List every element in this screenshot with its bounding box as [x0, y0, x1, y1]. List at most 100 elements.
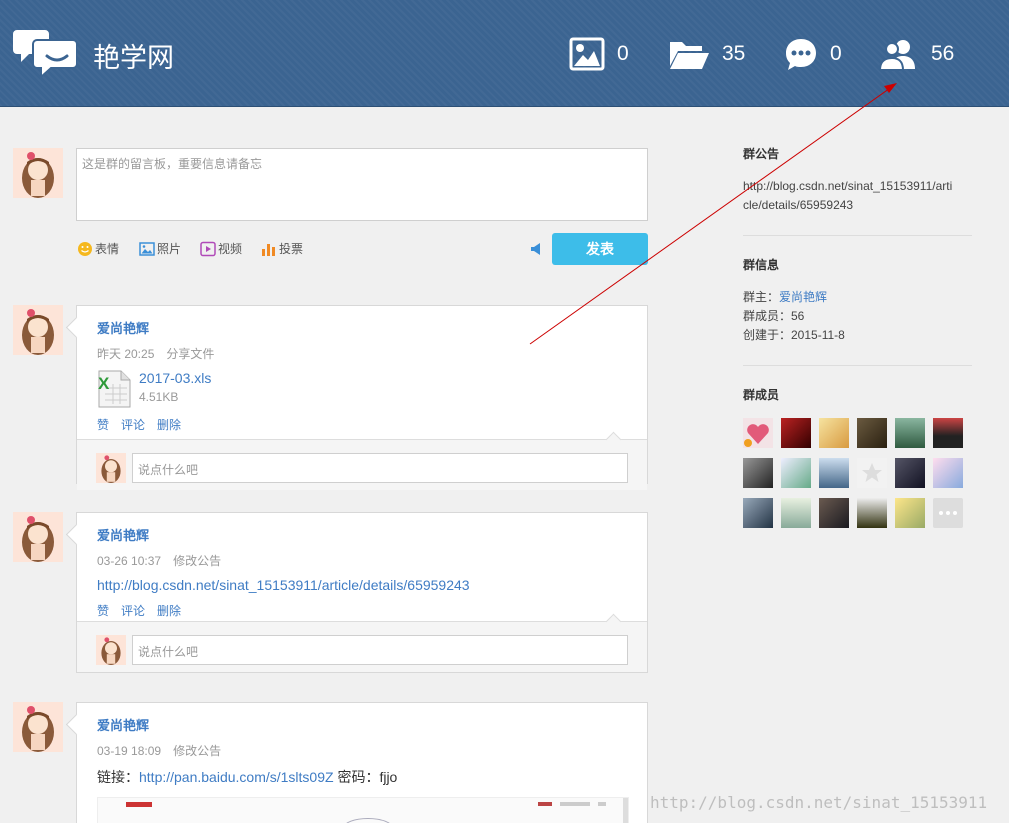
message-board-placeholder: 这是群的留言板，重要信息请备忘: [82, 157, 263, 171]
group-member-count: 群成员：56: [743, 309, 805, 323]
reply-bar: 说点什么吧: [77, 621, 647, 672]
member-avatar[interactable]: [743, 498, 773, 528]
member-avatar[interactable]: [781, 418, 811, 448]
message-board-input[interactable]: 这是群的留言板，重要信息请备忘: [76, 148, 648, 221]
post-image-preview[interactable]: [97, 797, 629, 823]
member-avatar[interactable]: [895, 418, 925, 448]
shared-file[interactable]: X 2017-03.xls 4.51KB: [97, 368, 627, 412]
post-action: 分享文件: [166, 347, 215, 361]
like-link[interactable]: 赞: [97, 604, 109, 618]
post-meta: 03-19 18:09 修改公告: [97, 742, 627, 759]
preview-nav-bar: [560, 802, 590, 806]
post-author-avatar[interactable]: [13, 305, 63, 355]
post-meta: 03-26 10:37 修改公告: [97, 552, 627, 569]
bar-chart-icon: [262, 243, 275, 256]
chat-icon: [786, 39, 816, 70]
comment-link[interactable]: 评论: [121, 418, 145, 432]
reply-input[interactable]: 说点什么吧: [132, 635, 628, 665]
reply-input[interactable]: 说点什么吧: [132, 453, 628, 483]
girl-avatar-icon: [101, 455, 121, 483]
video-label: 视频: [218, 242, 243, 256]
stat-files[interactable]: 35: [668, 34, 745, 74]
more-members-button[interactable]: [933, 498, 963, 528]
feed-post-file: 爱尚艳辉 昨天 20:25 分享文件 X 2017-03.xls 4.51KB 赞…: [76, 305, 648, 490]
reply-avatar: [96, 453, 126, 483]
member-avatar[interactable]: [819, 418, 849, 448]
member-avatar[interactable]: [819, 458, 849, 488]
chat-bubbles-logo-icon: [13, 30, 77, 78]
member-avatar[interactable]: [857, 458, 887, 488]
file-size: 4.51KB: [139, 390, 179, 404]
member-avatar[interactable]: [933, 418, 963, 448]
post-author-avatar[interactable]: [13, 702, 63, 752]
file-name[interactable]: 2017-03.xls: [139, 370, 211, 386]
member-avatar[interactable]: [781, 498, 811, 528]
post-button[interactable]: 发表: [552, 233, 648, 265]
megaphone-icon[interactable]: [530, 242, 544, 256]
girl-avatar-icon: [22, 152, 54, 198]
heart-avatar-icon: [744, 424, 769, 447]
photo-button[interactable]: 照片: [139, 240, 181, 257]
site-title: 艳学网: [93, 43, 174, 74]
link-prefix: 链接：: [97, 769, 139, 785]
feed-post-link: 爱尚艳辉 03-19 18:09 修改公告 链接：http://pan.baidu…: [76, 702, 648, 823]
post-time: 昨天 20:25: [97, 347, 155, 361]
notice-line-1: http://blog.csdn.net/sinat_15153911/arti: [743, 179, 953, 193]
photo-label: 照片: [157, 242, 182, 256]
stat-messages[interactable]: 0: [784, 34, 842, 74]
smiley-icon: [78, 241, 92, 256]
watermark: http://blog.csdn.net/sinat_15153911: [650, 793, 988, 812]
preview-logo: [126, 802, 152, 807]
member-avatar[interactable]: [743, 458, 773, 488]
vote-label: 投票: [279, 242, 304, 256]
girl-avatar-icon: [101, 637, 121, 665]
emoji-label: 表情: [95, 242, 120, 256]
post-actions: 赞评论 删除: [97, 416, 627, 439]
member-avatar[interactable]: [857, 498, 887, 528]
delete-link[interactable]: 删除: [157, 604, 181, 618]
post-link[interactable]: http://pan.baidu.com/s/1slts09Z: [139, 769, 334, 785]
post-author[interactable]: 爱尚艳辉: [97, 715, 627, 734]
owner-name-link[interactable]: 爱尚艳辉: [779, 290, 827, 304]
image-count: 0: [617, 42, 629, 65]
video-button[interactable]: 视频: [200, 240, 242, 257]
group-owner: 群主：爱尚艳辉: [743, 288, 845, 307]
post-action: 修改公告: [173, 744, 222, 758]
member-avatar[interactable]: [781, 458, 811, 488]
member-count: 56: [931, 42, 955, 65]
members-title: 群成员: [743, 388, 780, 402]
user-avatar[interactable]: [13, 148, 63, 198]
vote-button[interactable]: 投票: [261, 240, 303, 257]
like-link[interactable]: 赞: [97, 418, 109, 432]
reply-bar: 说点什么吧: [77, 439, 647, 490]
comment-link[interactable]: 评论: [121, 604, 145, 618]
delete-link[interactable]: 删除: [157, 418, 181, 432]
post-actions: 赞评论 删除: [97, 602, 627, 619]
emoji-button[interactable]: 表情: [77, 240, 119, 257]
group-created: 创建于：2015-11-8: [743, 328, 845, 342]
post-author[interactable]: 爱尚艳辉: [97, 525, 627, 544]
member-avatar[interactable]: [819, 498, 849, 528]
default-star-avatar-icon: [862, 463, 882, 482]
post-link[interactable]: http://blog.csdn.net/sinat_15153911/arti…: [97, 577, 627, 593]
member-avatar[interactable]: [895, 498, 925, 528]
girl-avatar-icon: [22, 516, 54, 562]
group-info: 群主：爱尚艳辉 群成员：56 创建于：2015-11-8: [743, 288, 845, 345]
post-time: 03-19 18:09: [97, 744, 162, 758]
members-icon: [879, 40, 915, 71]
post-action: 修改公告: [173, 554, 222, 568]
member-avatar[interactable]: [857, 418, 887, 448]
post-author-avatar[interactable]: [13, 512, 63, 562]
image-icon: [569, 37, 605, 71]
notice-text: http://blog.csdn.net/sinat_15153911/arti…: [743, 177, 952, 215]
stat-images[interactable]: 0: [569, 34, 629, 74]
member-avatar[interactable]: [895, 458, 925, 488]
stat-members[interactable]: 56: [879, 34, 954, 74]
preview-cloud-shape: [343, 818, 393, 823]
post-meta: 昨天 20:25 分享文件: [97, 345, 627, 362]
excel-file-icon: X: [98, 370, 131, 408]
post-author[interactable]: 爱尚艳辉: [97, 318, 627, 337]
member-avatar[interactable]: [743, 418, 773, 448]
member-avatar[interactable]: [933, 458, 963, 488]
post-time: 03-26 10:37: [97, 554, 162, 568]
